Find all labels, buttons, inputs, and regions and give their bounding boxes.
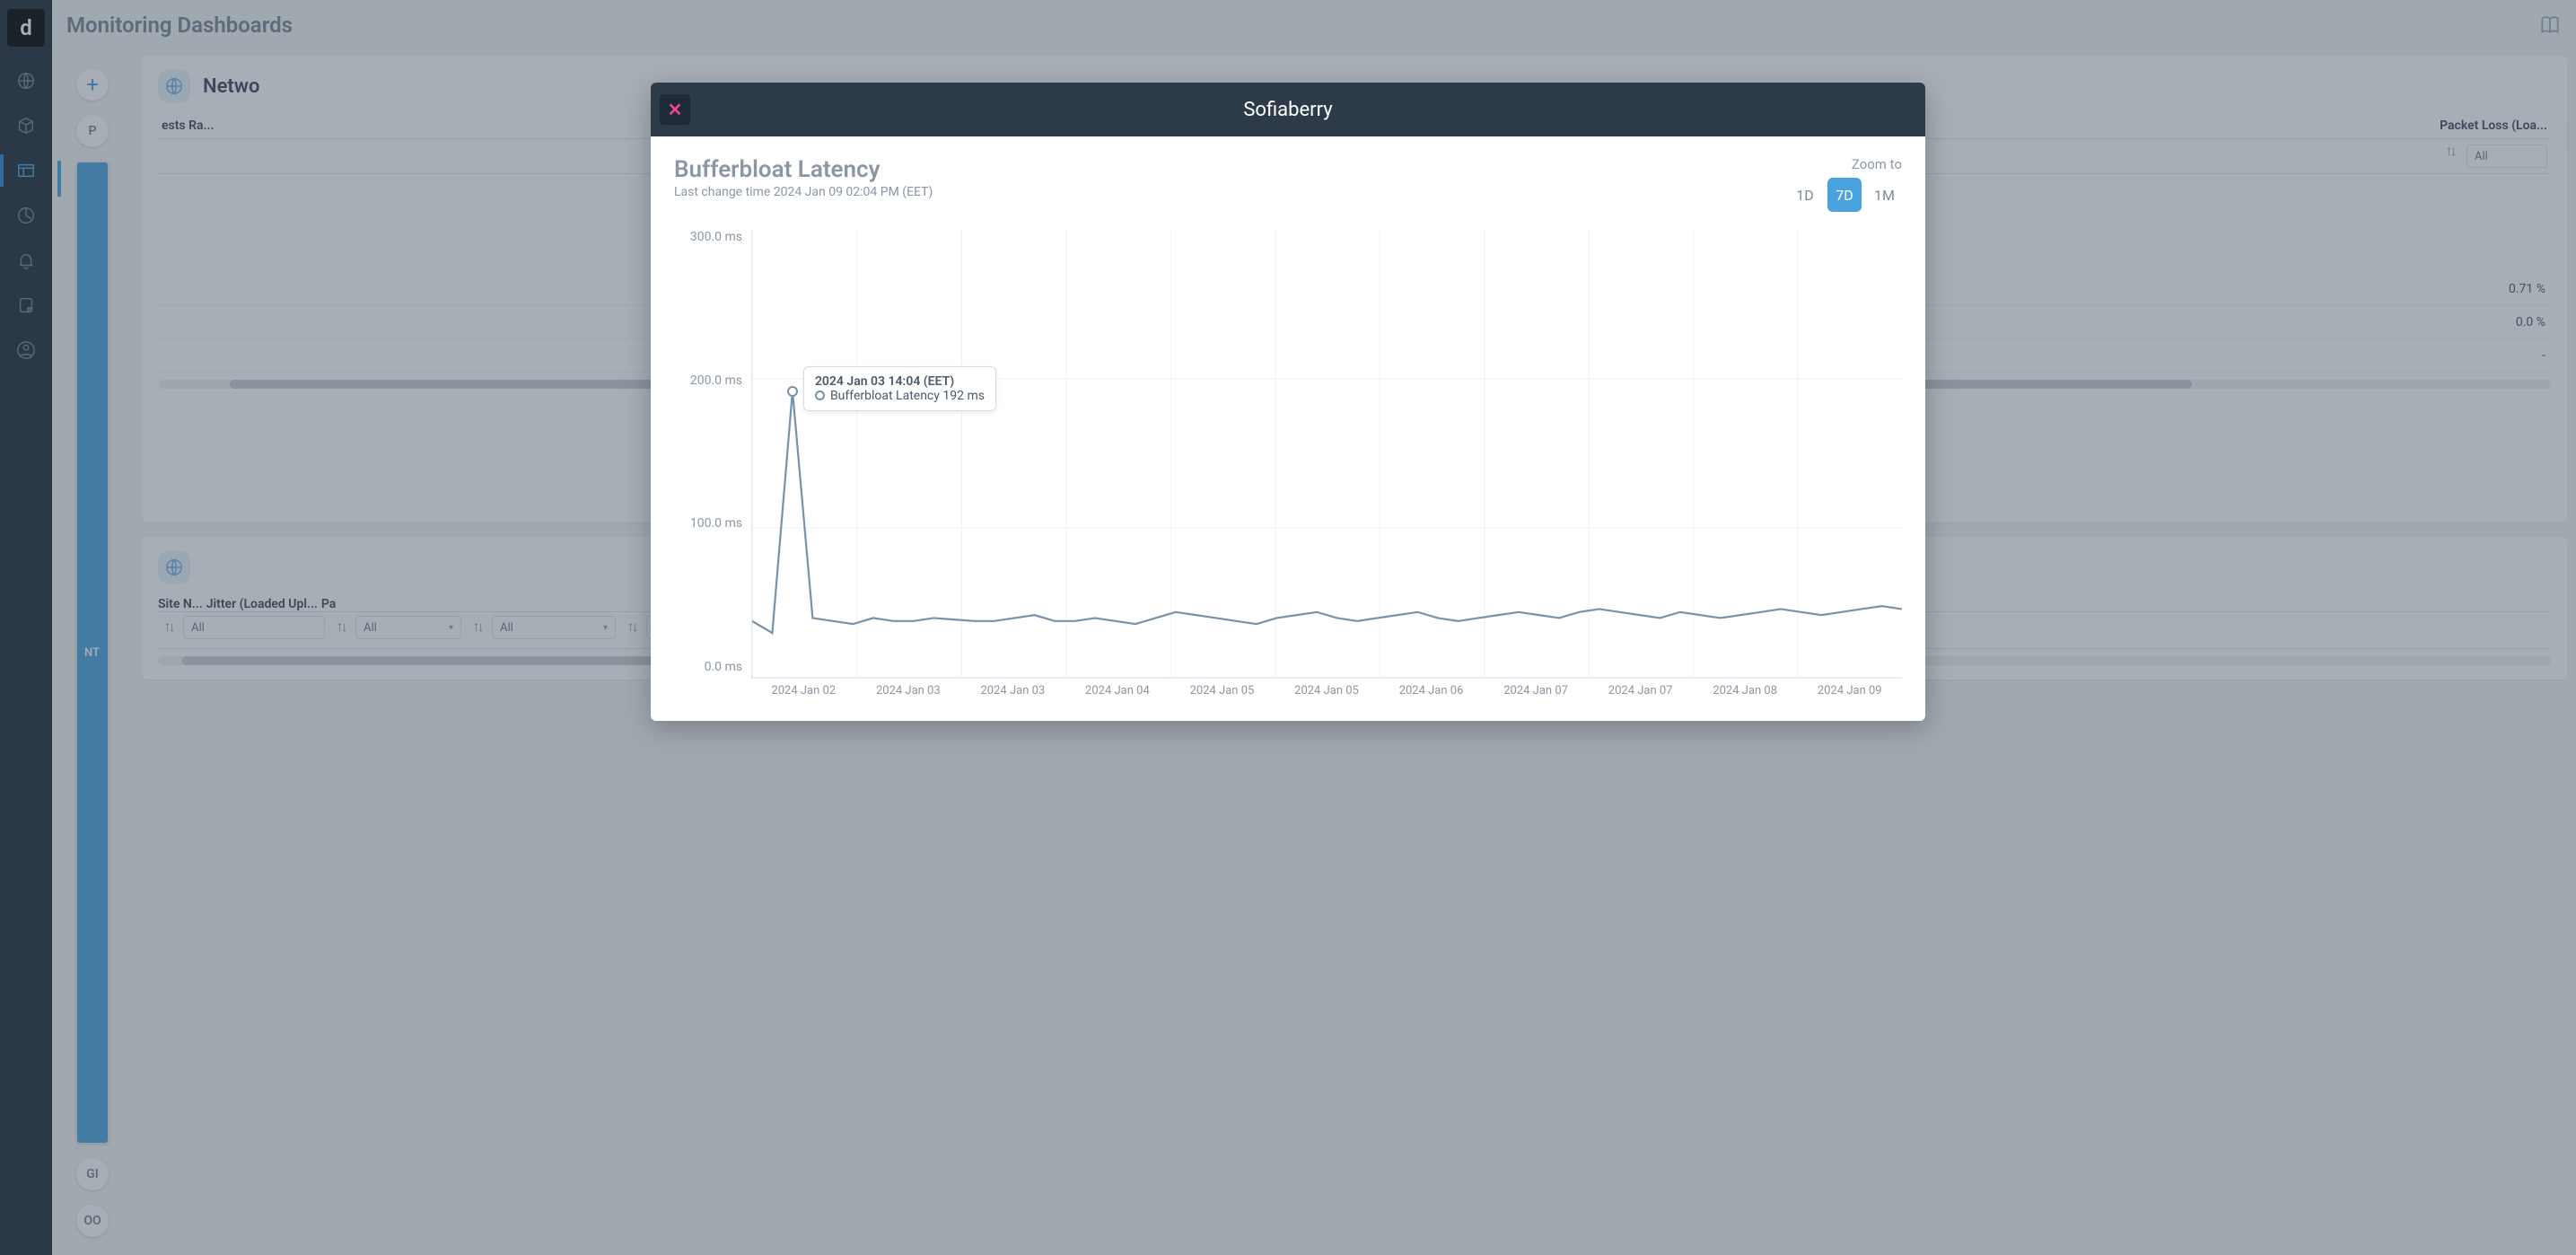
series-color-dot (815, 391, 825, 400)
chart-title: Bufferbloat Latency (674, 156, 933, 183)
zoom-options: 1D 7D 1M (1788, 178, 1902, 212)
zoom-1m[interactable]: 1M (1867, 178, 1902, 212)
zoom-1d[interactable]: 1D (1788, 178, 1822, 212)
modal-header: ✕ Sofiaberry (651, 83, 1925, 136)
zoom-7d[interactable]: 7D (1827, 178, 1862, 212)
tooltip-time: 2024 Jan 03 14:04 (EET) (815, 374, 985, 389)
x-axis-labels: 2024 Jan 022024 Jan 032024 Jan 032024 Ja… (751, 679, 1902, 698)
chart-tooltip: 2024 Jan 03 14:04 (EET) Bufferbloat Late… (803, 366, 996, 411)
modal-title: Sofiaberry (1243, 99, 1332, 121)
close-icon: ✕ (668, 99, 683, 120)
chart-modal: ✕ Sofiaberry Bufferbloat Latency Last ch… (651, 83, 1925, 721)
chart-subtitle: Last change time 2024 Jan 09 02:04 PM (E… (674, 185, 933, 199)
zoom-label: Zoom to (1788, 156, 1902, 172)
tooltip-series: Bufferbloat Latency (830, 389, 940, 403)
modal-close-button[interactable]: ✕ (660, 94, 690, 125)
chart-highlight-marker (787, 386, 798, 397)
tooltip-value: 192 ms (942, 389, 985, 403)
chart-plot-area[interactable]: 2024 Jan 03 14:04 (EET) Bufferbloat Late… (751, 230, 1902, 679)
y-axis-labels: 300.0 ms 200.0 ms 100.0 ms 0.0 ms (674, 230, 751, 674)
